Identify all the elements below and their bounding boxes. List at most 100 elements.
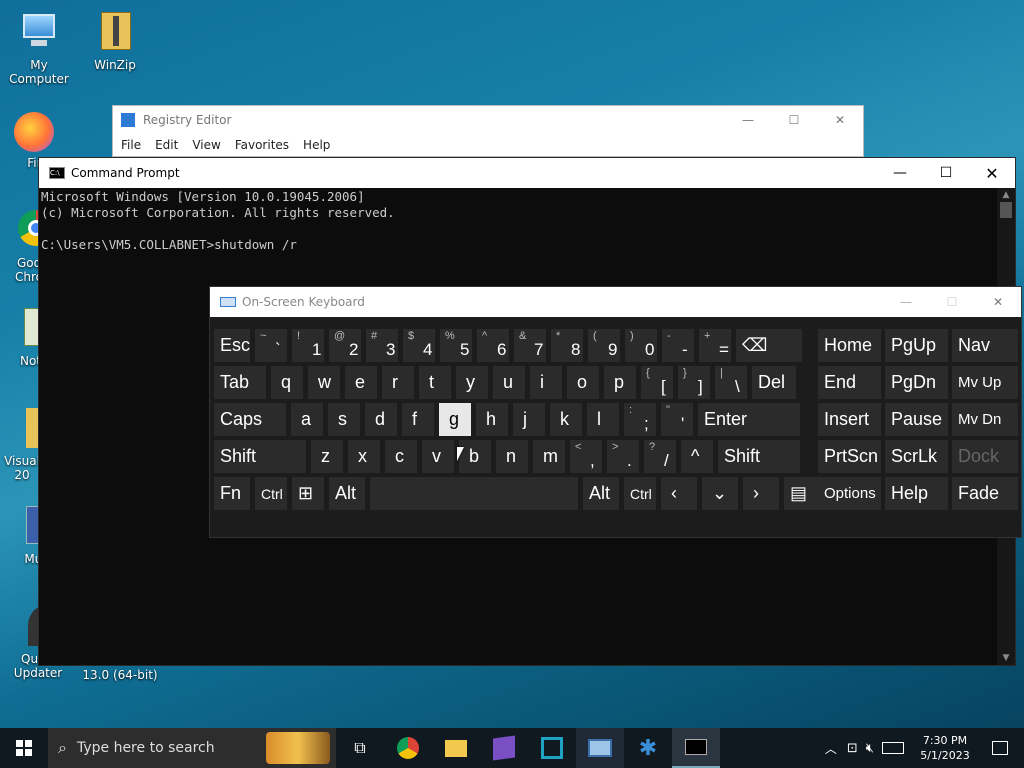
taskbar-app-q[interactable] xyxy=(528,728,576,768)
key-backslash[interactable]: | \ xyxy=(715,366,747,399)
key-enter[interactable]: Enter xyxy=(698,403,800,436)
key-q[interactable]: q xyxy=(271,366,303,399)
key-=[interactable]: + = xyxy=(699,329,731,362)
key-8[interactable]: * 8 xyxy=(551,329,583,362)
scroll-thumb[interactable] xyxy=(1000,202,1012,218)
key-^[interactable]: ^ xyxy=(681,440,713,473)
key-c[interactable]: c xyxy=(385,440,417,473)
key-prtscn[interactable]: PrtScn xyxy=(818,440,881,473)
key-‹[interactable]: ‹ xyxy=(661,477,697,510)
cmd-title-bar[interactable]: C:\ Command Prompt — ☐ ✕ xyxy=(39,158,1015,188)
key-fade[interactable]: Fade xyxy=(952,477,1018,510)
key-j[interactable]: j xyxy=(513,403,545,436)
key-ctrl[interactable]: Ctrl xyxy=(255,477,287,510)
taskbar-command-prompt[interactable] xyxy=(672,728,720,768)
minimize-button[interactable]: — xyxy=(725,106,771,134)
key-alt[interactable]: Alt xyxy=(583,477,619,510)
key-l[interactable]: l xyxy=(587,403,619,436)
key-pause[interactable]: Pause xyxy=(885,403,948,436)
key-6[interactable]: ^ 6 xyxy=(477,329,509,362)
menu-edit[interactable]: Edit xyxy=(155,138,178,152)
minimize-button[interactable]: — xyxy=(883,287,929,317)
registry-title-bar[interactable]: Registry Editor — ☐ ✕ xyxy=(113,106,863,134)
network-icon[interactable]: ⊡ xyxy=(847,741,858,756)
key-pgdn[interactable]: PgDn xyxy=(885,366,948,399)
key-shift[interactable]: Shift xyxy=(718,440,800,473)
key-/[interactable]: ? / xyxy=(644,440,676,473)
clock[interactable]: 7:30 PM 5/1/2023 xyxy=(914,733,976,763)
key-3[interactable]: #3 xyxy=(366,329,398,362)
taskbar-remote-desktop[interactable] xyxy=(576,728,624,768)
key-alt[interactable]: Alt xyxy=(329,477,365,510)
key-4[interactable]: $4 xyxy=(403,329,435,362)
chevron-up-icon[interactable]: ︿ xyxy=(825,740,837,757)
key-t[interactable]: t xyxy=(419,366,451,399)
osk-title-bar[interactable]: On-Screen Keyboard — ☐ ✕ xyxy=(210,287,1021,317)
menu-view[interactable]: View xyxy=(192,138,220,152)
key-insert[interactable]: Insert xyxy=(818,403,881,436)
key-u[interactable]: u xyxy=(493,366,525,399)
key--[interactable]: -- xyxy=(662,329,694,362)
key-,[interactable]: <, xyxy=(570,440,602,473)
key-.[interactable]: >. xyxy=(607,440,639,473)
close-button[interactable]: ✕ xyxy=(975,287,1021,317)
scroll-up-arrow-icon[interactable]: ▲ xyxy=(997,190,1015,200)
taskbar-file-explorer[interactable] xyxy=(432,728,480,768)
key-options[interactable]: Options xyxy=(818,477,881,510)
key-s[interactable]: s xyxy=(328,403,360,436)
key-2[interactable]: @2 xyxy=(329,329,361,362)
key-fn[interactable]: Fn xyxy=(214,477,250,510)
key-esc[interactable]: Esc xyxy=(214,329,250,362)
key-windows[interactable]: ⊞ xyxy=(292,477,324,510)
key-'[interactable]: " ' xyxy=(661,403,693,436)
key-tab[interactable]: Tab xyxy=(214,366,266,399)
close-button[interactable]: ✕ xyxy=(817,106,863,134)
maximize-button[interactable]: ☐ xyxy=(923,158,969,188)
key-scrlk[interactable]: ScrLk xyxy=(885,440,948,473)
key-x[interactable]: x xyxy=(348,440,380,473)
key-][interactable]: }] xyxy=(678,366,710,399)
key-p[interactable]: p xyxy=(604,366,636,399)
maximize-button[interactable]: ☐ xyxy=(771,106,817,134)
key-space[interactable] xyxy=(370,477,578,510)
key-›[interactable]: › xyxy=(743,477,779,510)
registry-editor-window[interactable]: Registry Editor — ☐ ✕ File Edit View Fav… xyxy=(112,105,864,157)
key-w[interactable]: w xyxy=(308,366,340,399)
key-g[interactable]: g xyxy=(439,403,471,436)
key-e[interactable]: e xyxy=(345,366,377,399)
desktop-icon-winzip[interactable]: WinZip xyxy=(77,10,153,72)
key-7[interactable]: & 7 xyxy=(514,329,546,362)
key-[[interactable]: {[ xyxy=(641,366,673,399)
cmd-output[interactable]: Microsoft Windows [Version 10.0.19045.20… xyxy=(39,188,1015,254)
key-v[interactable]: v xyxy=(422,440,454,473)
key-⌄[interactable]: ⌄ xyxy=(702,477,738,510)
taskbar-chrome[interactable] xyxy=(384,728,432,768)
desktop-icon-my-computer[interactable]: My Computer xyxy=(1,10,77,86)
key-home[interactable]: Home xyxy=(818,329,881,362)
key-a[interactable]: a xyxy=(291,403,323,436)
key-mv-up[interactable]: Mv Up xyxy=(952,366,1018,399)
taskbar-search-box[interactable]: ⌕ Type here to search xyxy=(48,728,336,768)
key-f[interactable]: f xyxy=(402,403,434,436)
key-9[interactable]: (9 xyxy=(588,329,620,362)
key-caps[interactable]: Caps xyxy=(214,403,286,436)
key-help[interactable]: Help xyxy=(885,477,948,510)
key-i[interactable]: i xyxy=(530,366,562,399)
on-screen-keyboard-window[interactable]: On-Screen Keyboard — ☐ ✕ Esc ~ `! 1 @2 #3 $4% 5… xyxy=(209,286,1022,538)
key-n[interactable]: n xyxy=(496,440,528,473)
scroll-down-arrow-icon[interactable]: ▼ xyxy=(997,653,1015,663)
key-ctrl[interactable]: Ctrl xyxy=(624,477,656,510)
key-backspace[interactable]: ⌫ xyxy=(736,329,802,362)
key-k[interactable]: k xyxy=(550,403,582,436)
key-mv-dn[interactable]: Mv Dn xyxy=(952,403,1018,436)
keyboard-tray-icon[interactable] xyxy=(882,742,904,754)
key-o[interactable]: o xyxy=(567,366,599,399)
task-view-button[interactable]: ⧉ xyxy=(336,728,384,768)
key-shift[interactable]: Shift xyxy=(214,440,306,473)
key-`[interactable]: ~ ` xyxy=(255,329,287,362)
taskbar-app-gear[interactable]: ✱ xyxy=(624,728,672,768)
key-r[interactable]: r xyxy=(382,366,414,399)
volume-muted-icon[interactable]: 🔇︎ xyxy=(866,741,874,756)
key-nav[interactable]: Nav xyxy=(952,329,1018,362)
key-5[interactable]: % 5 xyxy=(440,329,472,362)
